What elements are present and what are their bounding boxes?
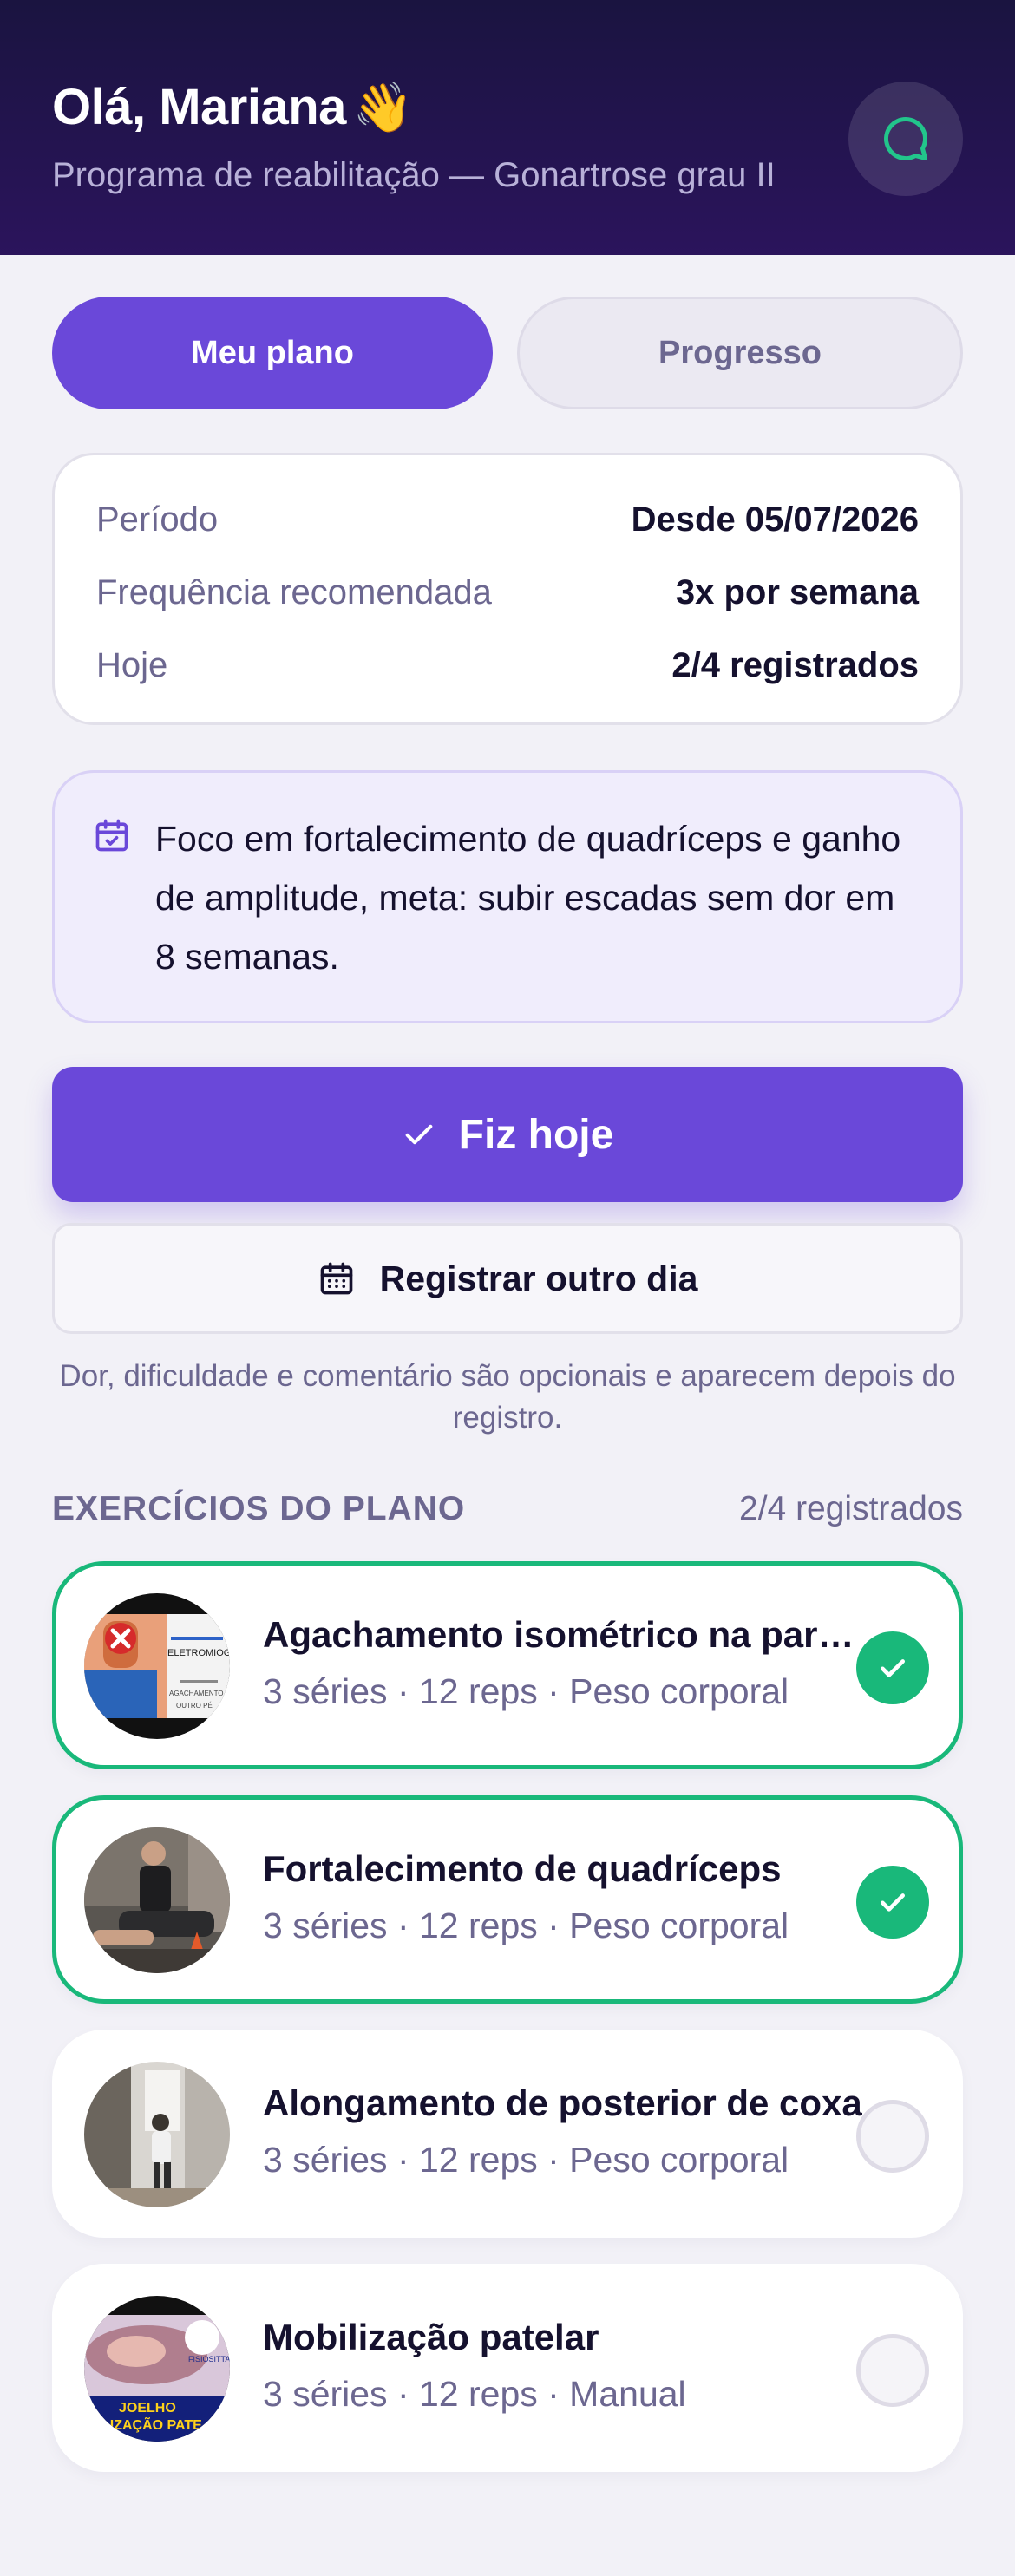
exercise-meta: 3 séries · 12 reps · Manual (263, 2374, 686, 2414)
thumb-caption: JOELHO (119, 2401, 176, 2416)
exercise-done-toggle[interactable] (856, 1631, 929, 1704)
registrar-outro-dia-label: Registrar outro dia (379, 1258, 698, 1298)
info-key: Hoje (96, 645, 168, 684)
info-row-frequencia: Frequência recomendada 3x por semana (96, 571, 919, 614)
info-value: 3x por semana (675, 572, 919, 611)
info-value: Desde 05/07/2026 (631, 500, 919, 539)
exercise-meta: 3 séries · 12 reps · Peso corporal (263, 2140, 789, 2180)
plan-info-card: Período Desde 05/07/2026 Frequência reco… (52, 453, 963, 725)
exercise-card[interactable]: ELETROMIOG AGACHAMENTO NA OUTRO PÉ Agach… (52, 1561, 963, 1769)
exercise-title: Alongamento de posterior de coxa (263, 2082, 862, 2123)
info-key: Período (96, 500, 219, 539)
greeting-title: Olá, Mariana 👋 (52, 78, 414, 136)
registrar-outro-dia-button[interactable]: Registrar outro dia (52, 1223, 963, 1334)
thumb-caption: ELETROMIOG (167, 1648, 230, 1658)
exercise-card[interactable]: FISIOSITTA.COM JOELHO BILIZAÇÃO PATE Mob… (52, 2264, 963, 2472)
fiz-hoje-button[interactable]: Fiz hoje (52, 1067, 963, 1202)
info-row-hoje: Hoje 2/4 registrados (96, 644, 919, 687)
exercise-title: Mobilização patelar (263, 2317, 599, 2357)
exercise-thumbnail (84, 1827, 230, 1973)
exercise-thumbnail (84, 2062, 230, 2207)
exercises-section-count: 2/4 registrados (739, 1490, 963, 1527)
plan-focus-text: Foco em fortalecimento de quadríceps e g… (155, 819, 901, 977)
exercise-meta: 3 séries · 12 reps · Peso corporal (263, 1906, 789, 1945)
fiz-hoje-label: Fiz hoje (458, 1111, 614, 1158)
exercises-section-header: EXERCÍCIOS DO PLANO 2/4 registrados (52, 1485, 963, 1533)
calendar-icon (320, 1262, 352, 1295)
plan-focus-card: Foco em fortalecimento de quadríceps e g… (52, 770, 963, 1023)
tab-progresso[interactable]: Progresso (517, 297, 963, 409)
thumb-caption: FISIOSITTA.COM (188, 2355, 230, 2364)
program-subtitle: Programa de reabilitação — Gonartrose gr… (52, 156, 776, 194)
chat-button[interactable] (848, 82, 963, 196)
exercise-card[interactable]: Alongamento de posterior de coxa 3 série… (52, 2030, 963, 2238)
greeting-text: Olá, Mariana (52, 79, 346, 135)
registration-hint: Dor, dificuldade e comentário são opcion… (59, 1359, 956, 1435)
exercise-thumbnail: ELETROMIOG AGACHAMENTO NA OUTRO PÉ (84, 1593, 230, 1739)
check-icon (881, 1893, 905, 1912)
thumb-caption: AGACHAMENTO NA (169, 1690, 230, 1697)
wave-emoji: 👋 (352, 80, 414, 134)
check-icon (405, 1124, 432, 1145)
exercise-title: Fortalecimento de quadríceps (263, 1848, 782, 1889)
tab-meu-plano[interactable]: Meu plano (52, 297, 493, 409)
exercise-meta: 3 séries · 12 reps · Peso corporal (263, 1671, 789, 1711)
info-value: 2/4 registrados (671, 645, 919, 684)
exercise-thumbnail: FISIOSITTA.COM JOELHO BILIZAÇÃO PATE (84, 2296, 230, 2442)
view-tabs: Meu plano Progresso (52, 297, 963, 409)
exercise-done-toggle[interactable] (856, 2334, 929, 2407)
exercise-card[interactable]: Fortalecimento de quadríceps 3 séries · … (52, 1795, 963, 2004)
chat-bubble-icon (884, 117, 928, 160)
check-icon (881, 1659, 905, 1677)
exercise-done-toggle[interactable] (856, 2100, 929, 2173)
thumb-caption: OUTRO PÉ (176, 1702, 213, 1710)
thumb-caption: BILIZAÇÃO PATE (88, 2416, 202, 2433)
exercises-section-title: EXERCÍCIOS DO PLANO (52, 1490, 466, 1527)
app-header: Olá, Mariana 👋 Programa de reabilitação —… (0, 0, 1015, 255)
calendar-check-icon (95, 819, 128, 852)
exercise-done-toggle[interactable] (856, 1866, 929, 1939)
exercise-title: Agachamento isométrico na parede (263, 1614, 870, 1655)
info-row-periodo: Período Desde 05/07/2026 (96, 498, 919, 541)
info-key: Frequência recomendada (96, 572, 492, 611)
